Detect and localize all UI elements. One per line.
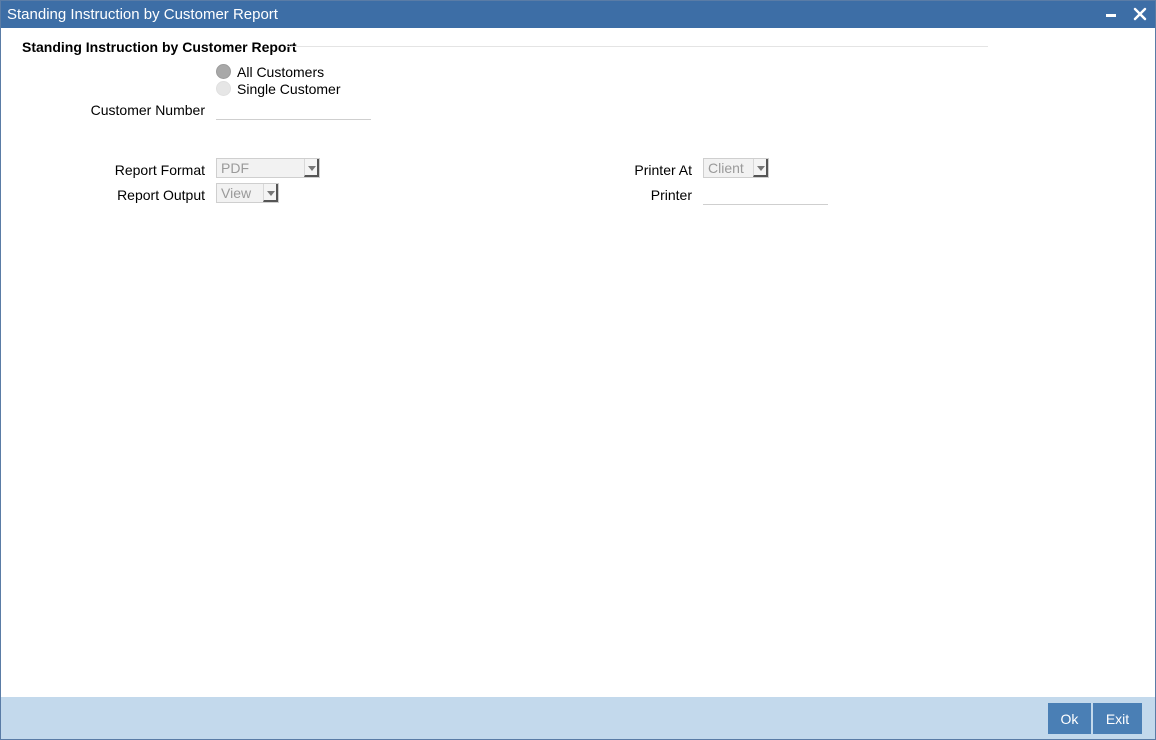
chevron-down-icon[interactable] [753,159,768,177]
single-customer-option[interactable]: Single Customer [216,80,341,97]
printer-at-value: Client [708,160,744,176]
minimize-icon[interactable] [1103,5,1119,23]
printer-at-select[interactable]: Client [703,158,769,178]
all-customers-option[interactable]: All Customers [216,63,324,80]
close-icon[interactable] [1131,5,1149,23]
report-format-label: Report Format [114,162,205,178]
report-output-select[interactable]: View [216,183,279,203]
report-window: Standing Instruction by Customer Report … [0,0,1156,740]
report-format-select[interactable]: PDF [216,158,320,178]
all-customers-label: All Customers [237,63,325,80]
single-customer-radio[interactable] [216,81,231,96]
customer-number-label: Customer Number [90,102,205,118]
ok-button[interactable]: Ok [1048,703,1091,734]
window-title: Standing Instruction by Customer Report [7,6,278,23]
report-output-value: View [221,185,252,201]
single-customer-label: Single Customer [237,80,341,97]
chevron-down-icon[interactable] [304,159,319,177]
printer-at-label: Printer At [634,162,692,178]
all-customers-radio[interactable] [216,64,231,79]
section-title: Standing Instruction by Customer Report [22,39,297,55]
chevron-down-icon[interactable] [263,184,278,202]
customer-number-input[interactable] [216,99,371,120]
printer-input[interactable] [703,184,828,205]
printer-label: Printer [650,187,692,203]
title-bar: Standing Instruction by Customer Report [1,1,1155,28]
section-divider [286,46,988,47]
exit-button[interactable]: Exit [1093,703,1142,734]
report-output-label: Report Output [117,187,205,203]
footer-bar: Ok Exit [1,697,1155,739]
report-format-value: PDF [221,160,249,176]
